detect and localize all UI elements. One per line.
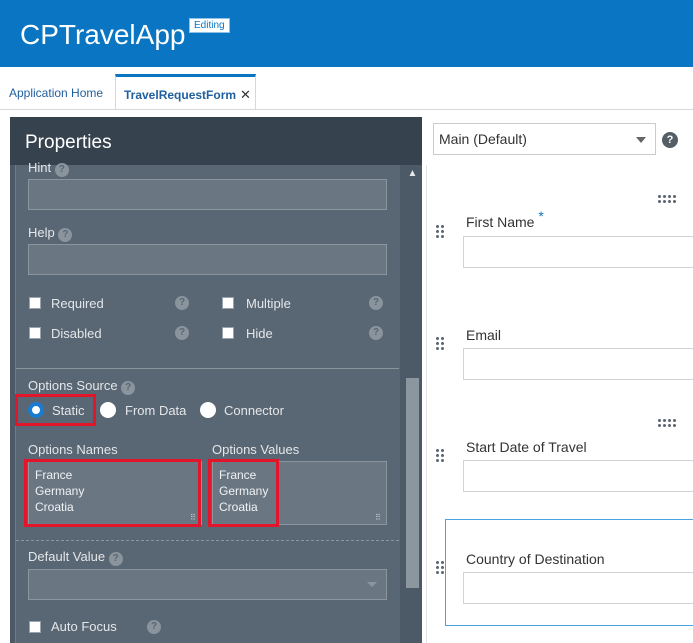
first-name-text: First Name <box>466 214 535 230</box>
help-label: Help ? <box>28 225 73 242</box>
hint-input[interactable] <box>28 179 387 210</box>
default-value-label: Default Value ? <box>28 549 123 566</box>
help-icon[interactable]: ? <box>58 228 73 242</box>
multiple-checkbox[interactable] <box>222 297 234 309</box>
app-title: CPTravelApp <box>20 19 186 50</box>
default-value-text: Default Value <box>28 549 106 564</box>
first-name-input[interactable] <box>463 236 693 268</box>
close-icon[interactable]: ✕ <box>240 87 251 102</box>
editing-badge: Editing <box>189 18 230 33</box>
hide-label: Hide <box>246 326 273 341</box>
tab-label: TravelRequestForm <box>124 88 237 102</box>
start-date-input[interactable] <box>463 460 693 492</box>
from-data-radio[interactable] <box>100 402 116 418</box>
help-label-text: Help <box>28 225 55 240</box>
auto-focus-label: Auto Focus <box>51 619 117 634</box>
options-values-label: Options Values <box>212 442 300 457</box>
section-divider <box>16 540 399 541</box>
scroll-thumb[interactable] <box>406 378 419 588</box>
help-icon[interactable]: ? <box>369 296 383 310</box>
hide-checkbox[interactable] <box>222 327 234 339</box>
scroll-up-icon[interactable]: ▲ <box>403 166 422 182</box>
disabled-checkbox[interactable] <box>29 327 41 339</box>
start-date-label: Start Date of Travel <box>466 439 587 455</box>
first-name-label: First Name * <box>466 208 544 231</box>
country-label: Country of Destination <box>466 551 605 567</box>
options-source-label: Options Source ? <box>28 378 136 395</box>
properties-title: Properties <box>25 132 112 153</box>
view-select[interactable]: Main (Default) <box>433 123 656 155</box>
help-icon[interactable]: ? <box>108 552 123 566</box>
multiple-label: Multiple <box>246 296 291 311</box>
help-input[interactable] <box>28 244 387 275</box>
country-input[interactable] <box>463 572 693 604</box>
resize-grip-icon[interactable]: ⠿ <box>375 514 383 522</box>
from-data-label: From Data <box>125 403 187 418</box>
disabled-label: Disabled <box>51 326 102 341</box>
options-names-highlight <box>24 459 201 527</box>
drag-handle-icon[interactable] <box>436 337 444 350</box>
help-icon[interactable]: ? <box>369 326 383 340</box>
default-value-select[interactable] <box>28 569 387 600</box>
tab-travel-request-form[interactable]: TravelRequestForm ✕ <box>115 74 256 109</box>
options-names-label: Options Names <box>28 442 118 457</box>
help-icon[interactable]: ? <box>121 381 136 395</box>
static-radio[interactable] <box>28 402 44 418</box>
connector-label: Connector <box>224 403 284 418</box>
options-source-text: Options Source <box>28 378 118 393</box>
tab-application-home[interactable]: Application Home <box>0 77 112 109</box>
email-label: Email <box>466 327 502 343</box>
help-icon[interactable]: ? <box>147 620 161 634</box>
static-label: Static <box>52 403 85 418</box>
help-icon[interactable]: ? <box>54 163 69 177</box>
help-icon[interactable]: ? <box>175 326 189 340</box>
section-divider <box>16 368 399 369</box>
chevron-down-icon <box>367 582 377 587</box>
required-mark: * <box>538 208 544 224</box>
required-label: Required <box>51 296 104 311</box>
email-input[interactable] <box>463 348 693 380</box>
hint-label-text: Hint <box>28 160 52 175</box>
options-values-highlight <box>208 459 279 527</box>
auto-focus-checkbox[interactable] <box>29 621 41 633</box>
drag-handle-icon[interactable] <box>436 449 444 462</box>
hint-label: Hint ? <box>28 160 69 177</box>
drag-handle-icon[interactable] <box>436 561 444 574</box>
help-icon[interactable]: ? <box>175 296 189 310</box>
drag-handle-icon[interactable] <box>658 195 676 203</box>
tab-label: Application Home <box>9 86 104 100</box>
connector-radio[interactable] <box>200 402 216 418</box>
required-checkbox[interactable] <box>29 297 41 309</box>
chevron-down-icon <box>636 137 646 143</box>
help-icon[interactable]: ? <box>662 132 678 148</box>
drag-handle-icon[interactable] <box>436 225 444 238</box>
drag-handle-icon[interactable] <box>658 419 676 427</box>
